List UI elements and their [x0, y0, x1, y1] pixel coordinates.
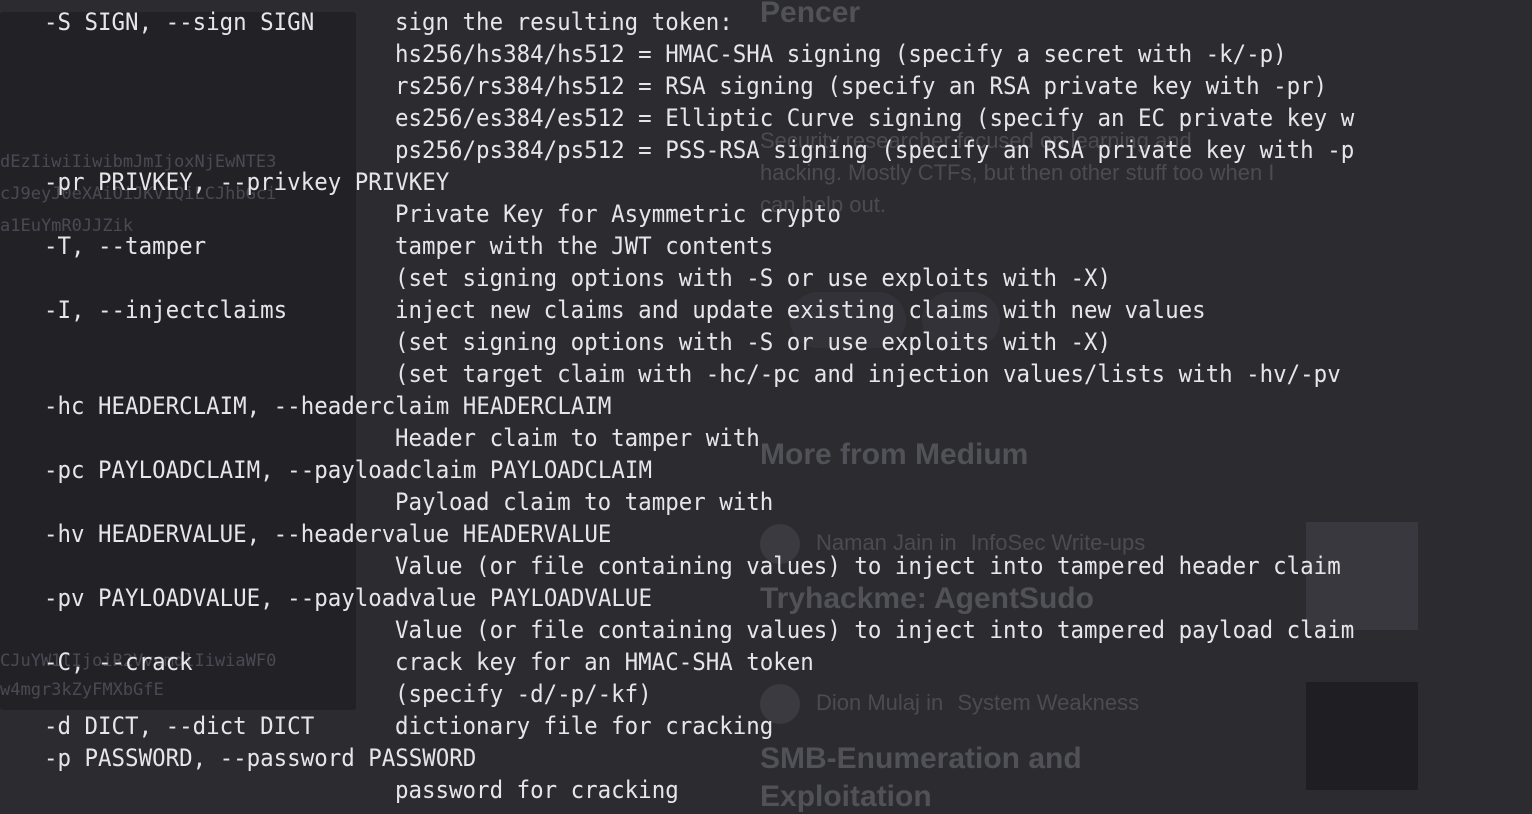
option-flag: -S SIGN, --sign SIGN [44, 8, 315, 36]
option-description: Header claim to tamper with [395, 424, 760, 452]
option-flag: -pv PAYLOADVALUE, --payloadvalue PAYLOAD… [44, 584, 652, 612]
option-description: tamper with the JWT contents [395, 232, 774, 260]
option-flag: -d DICT, --dict DICT [44, 712, 315, 740]
option-description: sign the resulting token: [395, 8, 733, 36]
background-article-author: Dion Mulaj [816, 690, 920, 715]
option-flag: -pr PRIVKEY, --privkey PRIVKEY [44, 168, 450, 196]
option-description: (set target claim with -hc/-pc and injec… [395, 360, 1341, 388]
option-description: inject new claims and update existing cl… [395, 296, 1206, 324]
background-article-publication: System Weakness [957, 690, 1140, 715]
option-flag: -hc HEADERCLAIM, --headerclaim HEADERCLA… [44, 392, 612, 420]
background-article-meta: Dion Mulaj in System Weakness [816, 690, 1139, 716]
background-article-title: SMB-Enumeration and [760, 742, 1082, 775]
option-description: Payload claim to tamper with [395, 488, 774, 516]
option-flag: -C, --crack [44, 648, 193, 676]
background-article-title: Exploitation [760, 780, 932, 813]
background-code-line: w4mgr3kZyFMXbGfE [0, 680, 164, 700]
option-flag: -T, --tamper [44, 232, 207, 260]
option-description: (specify -d/-p/-kf) [395, 680, 652, 708]
background-article-thumbnail [1306, 682, 1418, 790]
background-article-title: Tryhackme: AgentSudo [760, 582, 1094, 615]
option-description: dictionary file for cracking [395, 712, 774, 740]
option-flag: -hv HEADERVALUE, --headervalue HEADERVAL… [44, 520, 612, 548]
option-flag: -I, --injectclaims [44, 296, 288, 324]
option-description: ps256/ps384/ps512 = PSS-RSA signing (spe… [395, 136, 1355, 164]
background-article-in: in [926, 690, 944, 715]
option-description: password for cracking [395, 776, 679, 804]
option-description: es256/es384/es512 = Elliptic Curve signi… [395, 104, 1355, 132]
option-flag: -p PASSWORD, --password PASSWORD [44, 744, 477, 772]
option-description: (set signing options with -S or use expl… [395, 328, 1112, 356]
option-description: Private Key for Asymmetric crypto [395, 200, 841, 228]
option-description: Value (or file containing values) to inj… [395, 616, 1355, 644]
option-description: Value (or file containing values) to inj… [395, 552, 1341, 580]
option-description: crack key for an HMAC-SHA token [395, 648, 814, 676]
option-description: hs256/hs384/hs512 = HMAC-SHA signing (sp… [395, 40, 1287, 68]
option-description: rs256/rs384/hs512 = RSA signing (specify… [395, 72, 1328, 100]
background-section-title: More from Medium [760, 438, 1029, 471]
option-description: (set signing options with -S or use expl… [395, 264, 1112, 292]
option-flag: -pc PAYLOADCLAIM, --payloadclaim PAYLOAD… [44, 456, 652, 484]
background-author-name: Pencer [760, 0, 861, 29]
